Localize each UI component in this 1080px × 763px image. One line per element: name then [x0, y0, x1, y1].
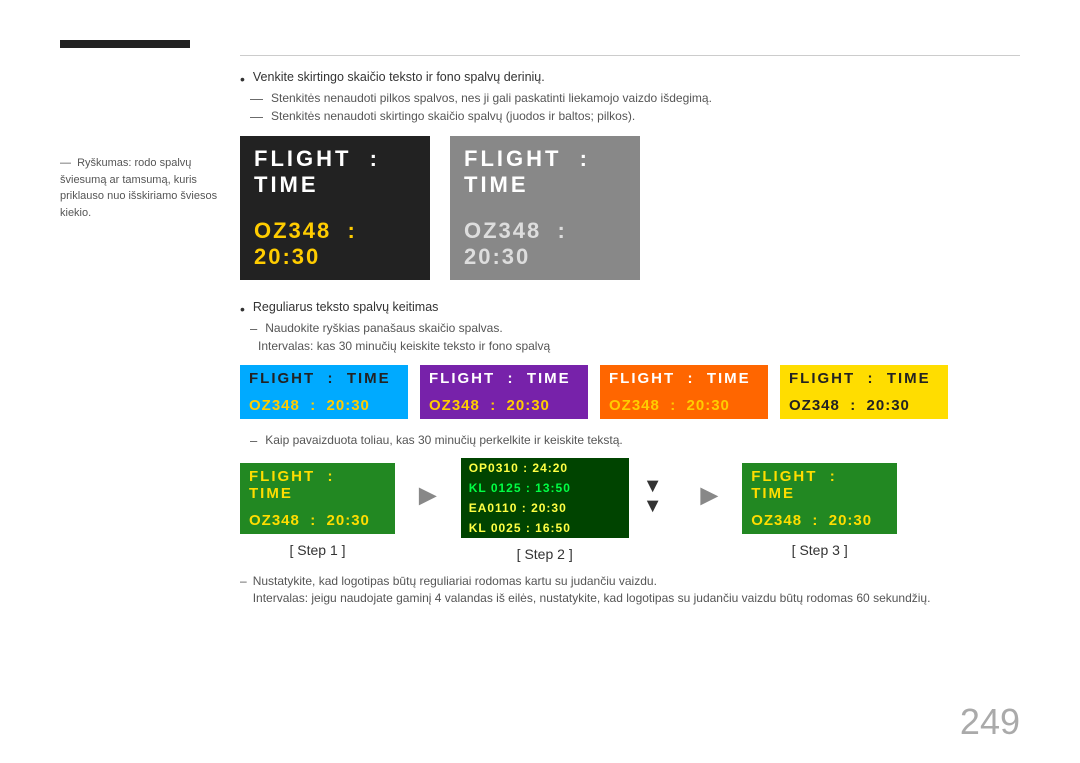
arrow-right-2-icon: ► [695, 479, 725, 513]
arrow-1: ► [395, 479, 461, 541]
bottom-notes: – Nustatykite, kad logotipas būtų reguli… [240, 574, 1020, 605]
bullet-dot-2: • [240, 301, 245, 317]
small-card-purple-body: OZ348 : 20:30 [420, 392, 588, 419]
scroll-row-4: KL 0025 : 16:50 [461, 518, 629, 538]
step-3-label: [ Step 3 ] [792, 542, 848, 558]
dash-mark-1: — [250, 91, 263, 106]
top-divider [240, 55, 1020, 56]
sidebar-note: — Ryškumas: rodo spalvų šviesumą ar tams… [60, 155, 225, 221]
bottom-dash-item-2: – Intervalas: jeigu naudojate gaminį 4 v… [240, 591, 1020, 605]
bullet-item-2: • Reguliarus teksto spalvų keitimas [240, 300, 1020, 317]
large-card-gray-header: FLIGHT : TIME [450, 136, 640, 208]
dash-text-4: Intervalas: kas 30 minučių keiskite teks… [258, 339, 550, 353]
large-card-gray: FLIGHT : TIME OZ348 : 20:30 [450, 136, 640, 280]
large-cards-row: FLIGHT : TIME OZ348 : 20:30 FLIGHT : TIM… [240, 136, 1020, 280]
sidebar-note-text: Ryškumas: rodo spalvų šviesumą ar tamsum… [60, 157, 217, 219]
small-card-cyan-body: OZ348 : 20:30 [240, 392, 408, 419]
step-3-card: FLIGHT : TIME OZ348 : 20:30 [742, 463, 897, 534]
down-arrow-2-icon: ▼ [643, 496, 663, 516]
small-card-yellow: FLIGHT : TIME OZ348 : 20:30 [780, 365, 948, 419]
large-card-dark-body: OZ348 : 20:30 [240, 208, 430, 280]
step-1-card-body: OZ348 : 20:30 [240, 507, 395, 534]
dash-mark-2: — [250, 109, 263, 124]
dash-item-4: Intervalas: kas 30 minučių keiskite teks… [240, 339, 1020, 353]
bullet-text-2: Reguliarus teksto spalvų keitimas [253, 300, 439, 314]
dash-mark-5: – [250, 433, 257, 448]
large-card-dark-header: FLIGHT : TIME [240, 136, 430, 208]
main-content: • Venkite skirtingo skaičio teksto ir fo… [240, 70, 1020, 608]
large-card-dark: FLIGHT : TIME OZ348 : 20:30 [240, 136, 430, 280]
sidebar-dash: — [60, 155, 70, 172]
double-down-arrows: ▼ ▼ [629, 476, 677, 544]
dash-text-1: Stenkitės nenaudoti pilkos spalvos, nes … [271, 91, 712, 105]
down-arrow-1-icon: ▼ [643, 476, 663, 496]
small-cards-row: FLIGHT : TIME OZ348 : 20:30 FLIGHT : TIM… [240, 365, 1020, 419]
dash-text-5: Kaip pavaizduota toliau, kas 30 minučių … [265, 433, 623, 447]
dash-text-3: Naudokite ryškias panašaus skaičio spalv… [265, 321, 502, 335]
small-card-yellow-header: FLIGHT : TIME [780, 365, 948, 392]
arrow-right-icon: ► [413, 479, 443, 513]
dash-mark-3: – [250, 321, 257, 336]
dash-item-3: – Naudokite ryškias panašaus skaičio spa… [240, 321, 1020, 336]
dash-item-2: — Stenkitės nenaudoti skirtingo skaičio … [240, 109, 1020, 124]
step-2-label: [ Step 2 ] [517, 546, 573, 562]
scroll-row-2: KL 0125 : 13:50 [461, 478, 629, 498]
dash-text-2: Stenkitės nenaudoti skirtingo skaičio sp… [271, 109, 635, 123]
small-card-orange-header: FLIGHT : TIME [600, 365, 768, 392]
dash-item-1: — Stenkitės nenaudoti pilkos spalvos, ne… [240, 91, 1020, 106]
step-2-card: OP0310 : 24:20 KL 0125 : 13:50 EA0110 : … [461, 458, 629, 538]
bottom-dash-text-2: Intervalas: jeigu naudojate gaminį 4 val… [253, 591, 931, 605]
bottom-dash-text-1: Nustatykite, kad logotipas būtų reguliar… [253, 574, 657, 588]
left-bar-decoration [60, 40, 190, 48]
step-1-label: [ Step 1 ] [289, 542, 345, 558]
small-card-cyan: FLIGHT : TIME OZ348 : 20:30 [240, 365, 408, 419]
small-card-cyan-header: FLIGHT : TIME [240, 365, 408, 392]
step-1-card-header: FLIGHT : TIME [240, 463, 395, 507]
small-card-purple-header: FLIGHT : TIME [420, 365, 588, 392]
small-card-orange: FLIGHT : TIME OZ348 : 20:30 [600, 365, 768, 419]
small-card-orange-body: OZ348 : 20:30 [600, 392, 768, 419]
step-1-card: FLIGHT : TIME OZ348 : 20:30 [240, 463, 395, 534]
step-3-card-header: FLIGHT : TIME [742, 463, 897, 507]
steps-row: FLIGHT : TIME OZ348 : 20:30 [ Step 1 ] ►… [240, 458, 1020, 562]
bullet-item-1: • Venkite skirtingo skaičio teksto ir fo… [240, 70, 1020, 87]
dash-item-5: – Kaip pavaizduota toliau, kas 30 minuči… [240, 433, 1020, 448]
small-card-yellow-body: OZ348 : 20:30 [780, 392, 948, 419]
step-1-block: FLIGHT : TIME OZ348 : 20:30 [ Step 1 ] [240, 463, 395, 558]
step-3-block: FLIGHT : TIME OZ348 : 20:30 [ Step 3 ] [742, 463, 897, 558]
step-3-card-body: OZ348 : 20:30 [742, 507, 897, 534]
bottom-dash-mark-1: – [240, 574, 247, 588]
bottom-dash-item-1: – Nustatykite, kad logotipas būtų reguli… [240, 574, 1020, 588]
scroll-row-1: OP0310 : 24:20 [461, 458, 629, 478]
small-card-purple: FLIGHT : TIME OZ348 : 20:30 [420, 365, 588, 419]
page-number: 249 [960, 701, 1020, 743]
bullet-section-1: • Venkite skirtingo skaičio teksto ir fo… [240, 70, 1020, 124]
large-card-gray-body: OZ348 : 20:30 [450, 208, 640, 280]
bullet-text-1: Venkite skirtingo skaičio teksto ir fono… [253, 70, 545, 84]
bullet-dot-1: • [240, 71, 245, 87]
bullet-section-2: • Reguliarus teksto spalvų keitimas – Na… [240, 300, 1020, 353]
scroll-row-3: EA0110 : 20:30 [461, 498, 629, 518]
arrow-2: ► [677, 479, 743, 541]
step-2-block: OP0310 : 24:20 KL 0125 : 13:50 EA0110 : … [461, 458, 629, 562]
